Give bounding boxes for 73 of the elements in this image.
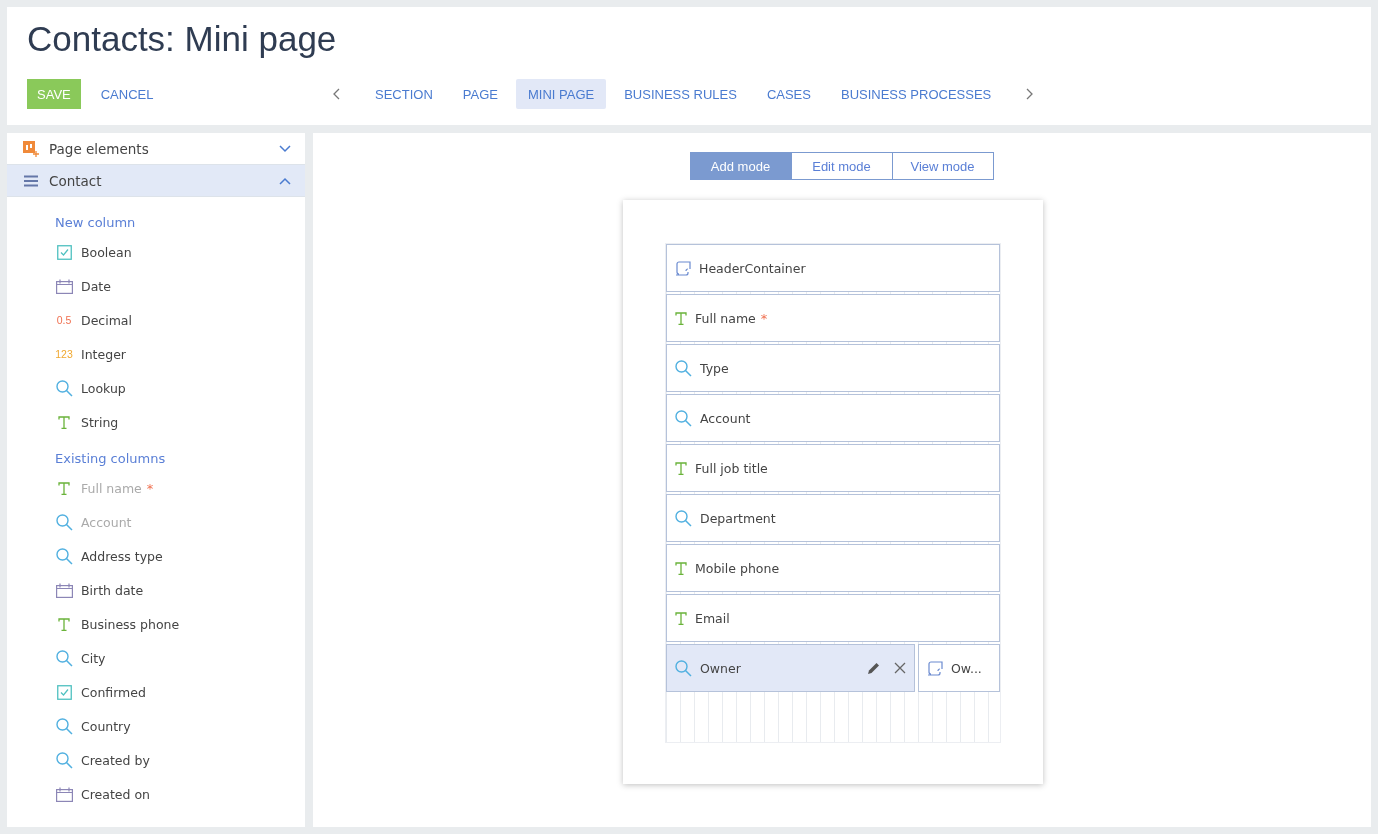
- container-icon: [927, 660, 943, 676]
- column-item[interactable]: Decimal: [81, 312, 132, 328]
- search-icon: [55, 513, 73, 531]
- text-type-icon: [675, 611, 687, 625]
- layout-element[interactable]: HeaderContainer: [666, 244, 1000, 292]
- close-icon[interactable]: [894, 662, 906, 674]
- layout-element[interactable]: Ow...: [918, 644, 1000, 692]
- panel-header[interactable]: Contact: [7, 165, 305, 197]
- group-title: Existing columns: [55, 450, 167, 468]
- required-mark: *: [760, 310, 768, 326]
- search-icon: [55, 379, 73, 397]
- search-icon: [675, 409, 692, 427]
- container-icon: [675, 260, 691, 276]
- checkbox-icon: [56, 244, 72, 260]
- search-icon: [55, 751, 73, 769]
- layout-element[interactable]: Full name *: [666, 294, 1000, 342]
- text-type-icon: [58, 481, 70, 495]
- column-item[interactable]: Created on: [81, 786, 150, 802]
- text-type-icon: [675, 311, 687, 325]
- column-item[interactable]: Address type: [81, 548, 163, 564]
- chevron-left-icon[interactable]: [333, 88, 341, 100]
- mode-button[interactable]: View mode: [891, 152, 994, 180]
- tab[interactable]: BUSINESS RULES: [612, 79, 749, 109]
- layout-element[interactable]: Full job title: [666, 444, 1000, 492]
- column-item[interactable]: Boolean: [81, 244, 132, 260]
- group-title: New column: [55, 214, 137, 232]
- layout-element[interactable]: Type: [666, 344, 1000, 392]
- layout-element[interactable]: Department: [666, 494, 1000, 542]
- calendar-icon: [55, 278, 73, 294]
- search-icon: [55, 717, 73, 735]
- checkbox-icon: [56, 684, 72, 700]
- search-icon: [675, 659, 692, 677]
- text-type-icon: [675, 461, 687, 475]
- column-item[interactable]: Date: [81, 278, 111, 294]
- search-icon: [675, 509, 692, 527]
- list-icon: [23, 174, 39, 187]
- pencil-icon[interactable]: [867, 661, 880, 675]
- cancel-button[interactable]: CANCEL: [86, 86, 168, 102]
- layout-element[interactable]: Account: [666, 394, 1000, 442]
- column-item[interactable]: Birth date: [81, 582, 144, 598]
- column-item[interactable]: String: [81, 414, 119, 430]
- text-type-icon: [58, 617, 70, 631]
- search-icon: [675, 359, 692, 377]
- text-type-icon: [675, 561, 687, 575]
- layout-element[interactable]: Mobile phone: [666, 544, 1000, 592]
- text-type-icon: [58, 415, 70, 429]
- column-item[interactable]: Created by: [81, 752, 150, 768]
- decimal-type-icon: 0.5: [56, 314, 72, 326]
- calendar-icon: [55, 582, 73, 598]
- tab[interactable]: MINI PAGE: [515, 79, 607, 109]
- search-icon: [55, 547, 73, 565]
- search-icon: [55, 649, 73, 667]
- chevron-icon: [279, 144, 291, 153]
- calendar-icon: [55, 786, 73, 802]
- column-item[interactable]: Business phone: [81, 616, 180, 632]
- required-mark: *: [146, 480, 154, 496]
- layout-element[interactable]: Email: [666, 594, 1000, 642]
- layout-element[interactable]: Owner: [666, 644, 915, 692]
- tab[interactable]: BUSINESS PROCESSES: [828, 79, 1004, 109]
- mode-button[interactable]: Edit mode: [790, 152, 893, 180]
- chart-plus-icon: [23, 140, 39, 157]
- column-item[interactable]: Country: [81, 718, 131, 734]
- column-item[interactable]: Confirmed: [81, 684, 146, 700]
- tab[interactable]: CASES: [754, 79, 823, 109]
- tab[interactable]: SECTION: [363, 79, 445, 109]
- column-item[interactable]: Integer: [81, 346, 126, 362]
- column-item[interactable]: City: [81, 650, 106, 666]
- page-title: Contacts: Mini page: [27, 19, 338, 59]
- tab[interactable]: PAGE: [450, 79, 510, 109]
- chevron-icon: [279, 176, 291, 185]
- chevron-right-icon[interactable]: [1025, 88, 1034, 100]
- integer-type-icon: 123: [55, 348, 73, 360]
- column-item[interactable]: Lookup: [81, 380, 126, 396]
